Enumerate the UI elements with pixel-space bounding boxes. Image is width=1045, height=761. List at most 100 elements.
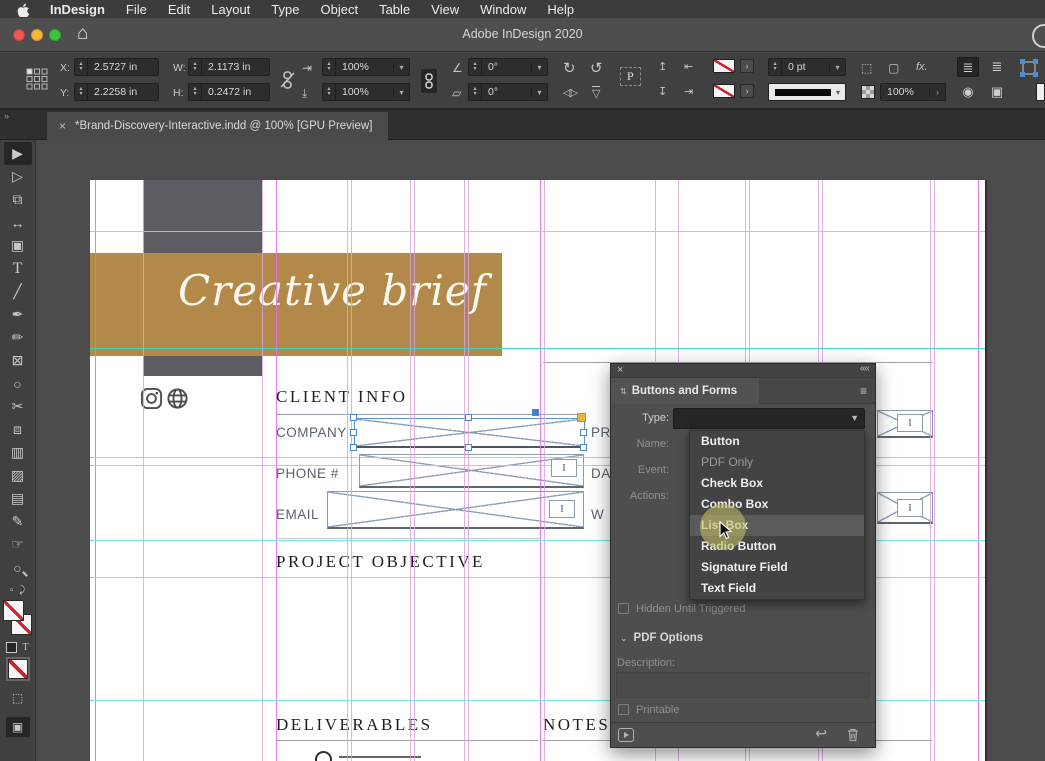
column-guide[interactable] bbox=[464, 180, 465, 761]
delete-icon[interactable] bbox=[847, 728, 859, 745]
gradient-swatch-tool[interactable]: ▥ bbox=[4, 441, 32, 464]
option-signature-field[interactable]: Signature Field bbox=[690, 557, 864, 578]
menu-file[interactable]: File bbox=[126, 2, 147, 17]
globe-icon[interactable] bbox=[166, 387, 189, 410]
flip-horizontal-icon[interactable]: ◁▷ bbox=[563, 86, 576, 99]
stroke-swatch-none[interactable] bbox=[713, 84, 735, 98]
x-stepper[interactable]: ▴▾ bbox=[75, 59, 88, 75]
rotation-stepper[interactable]: ▴▾ bbox=[469, 59, 482, 75]
scale-y-field[interactable]: ▴▾100%▾ bbox=[322, 83, 410, 101]
fill-color-swatch[interactable] bbox=[3, 600, 24, 621]
ruler-guide[interactable] bbox=[90, 348, 985, 349]
selection-tool[interactable]: ▶ bbox=[4, 142, 32, 165]
selection-handle[interactable] bbox=[350, 429, 357, 436]
selection-handle-solid[interactable] bbox=[532, 409, 539, 416]
stroke-weight-field[interactable]: ▴▾0 pt▾ bbox=[768, 58, 846, 76]
rotate-counterclockwise-icon[interactable]: ↺ bbox=[590, 59, 603, 77]
column-guide[interactable] bbox=[347, 180, 348, 761]
menu-edit[interactable]: Edit bbox=[168, 2, 190, 17]
formatting-affects-toggle[interactable]: T bbox=[6, 642, 28, 653]
printable-checkbox[interactable] bbox=[618, 704, 629, 715]
h-stepper[interactable]: ▴▾ bbox=[189, 84, 202, 100]
scale-x-stepper[interactable]: ▴▾ bbox=[323, 59, 336, 75]
description-textarea[interactable] bbox=[616, 672, 870, 698]
scissors-tool[interactable]: ✂ bbox=[4, 395, 32, 418]
content-grabber-handle[interactable] bbox=[577, 413, 586, 422]
constrain-dimensions-broken-link-icon[interactable] bbox=[280, 71, 295, 92]
margin-guide[interactable] bbox=[540, 180, 541, 761]
height-field[interactable]: ▴▾0.2472 in bbox=[188, 83, 270, 101]
menu-view[interactable]: View bbox=[431, 2, 459, 17]
flip-vertical-icon[interactable]: ▽ bbox=[592, 86, 600, 100]
option-button[interactable]: Button bbox=[690, 431, 864, 452]
panel-cycle-icon[interactable]: ⇅ bbox=[620, 387, 627, 396]
menu-type[interactable]: Type bbox=[271, 2, 299, 17]
hidden-until-triggered-checkbox[interactable] bbox=[618, 603, 629, 614]
selection-handle[interactable] bbox=[465, 414, 472, 421]
page-tool[interactable]: ⧉ bbox=[4, 188, 32, 211]
y-stepper[interactable]: ▴▾ bbox=[75, 84, 88, 100]
panel-menu-icon[interactable]: ≡ bbox=[860, 384, 867, 398]
option-text-field[interactable]: Text Field bbox=[690, 578, 864, 599]
column-guide[interactable] bbox=[262, 180, 263, 761]
column-guide[interactable] bbox=[930, 180, 931, 761]
direct-selection-tool[interactable]: ▷ bbox=[4, 165, 32, 188]
stroke-type-select[interactable]: ▾ bbox=[768, 83, 846, 101]
opacity-field[interactable]: 100%› bbox=[880, 83, 946, 101]
ellipse-tool[interactable]: ○ bbox=[4, 372, 32, 395]
pen-tool[interactable]: ✒ bbox=[4, 303, 32, 326]
ruler-guide[interactable] bbox=[90, 231, 985, 232]
document-tab[interactable]: × *Brand-Discovery-Interactive.indd @ 10… bbox=[47, 112, 388, 140]
rectangle-frame-tool[interactable]: ⊠ bbox=[4, 349, 32, 372]
rotation-angle-field[interactable]: ▴▾0°▾ bbox=[468, 58, 548, 76]
formatting-affects-text-icon[interactable]: T bbox=[22, 642, 28, 653]
column-guide[interactable] bbox=[468, 180, 469, 761]
stroke-weight-stepper[interactable]: ▴▾ bbox=[769, 59, 782, 75]
corner-shape-icon[interactable]: ▢ bbox=[888, 61, 899, 75]
apply-none-button[interactable] bbox=[8, 659, 28, 679]
selection-handle[interactable] bbox=[465, 444, 472, 451]
content-collector-tool[interactable]: ▣ bbox=[4, 234, 32, 257]
email-form-field-frame[interactable] bbox=[327, 491, 584, 529]
selection-handle[interactable] bbox=[580, 429, 587, 436]
column-guide[interactable] bbox=[410, 180, 411, 761]
corner-options-icon[interactable]: ⬚ bbox=[861, 61, 872, 75]
scale-x-field[interactable]: ▴▾100%▾ bbox=[322, 58, 410, 76]
gap-tool[interactable]: ↔ bbox=[4, 211, 32, 234]
constrain-scale-link-icon[interactable] bbox=[421, 69, 437, 93]
w-stepper[interactable]: ▴▾ bbox=[189, 59, 202, 75]
column-guide[interactable] bbox=[544, 180, 545, 761]
fill-stroke-swatches[interactable] bbox=[3, 600, 33, 638]
select-previous-object-icon[interactable]: ↧ bbox=[658, 85, 667, 98]
note-tool[interactable]: ▤ bbox=[4, 487, 32, 510]
select-next-object-icon[interactable]: ⇥ bbox=[684, 85, 693, 98]
column-guide[interactable] bbox=[351, 180, 352, 761]
x-position-field[interactable]: ▴▾2.5727 in bbox=[74, 58, 159, 76]
pdf-options-section[interactable]: ⌄PDF Options bbox=[620, 632, 703, 644]
free-transform-tool[interactable]: ⧈ bbox=[4, 418, 32, 441]
menu-layout[interactable]: Layout bbox=[211, 2, 250, 17]
jump-object-button[interactable]: ▣ bbox=[986, 82, 1008, 102]
select-container-icon[interactable]: ↥ bbox=[658, 60, 667, 73]
margin-guide[interactable] bbox=[95, 180, 96, 761]
frame-fitting-icon[interactable] bbox=[1020, 59, 1038, 80]
panel-close-icon[interactable]: × bbox=[617, 364, 623, 376]
gradient-feather-tool[interactable]: ▨ bbox=[4, 464, 32, 487]
formatting-affects-container-icon[interactable] bbox=[6, 642, 17, 653]
pencil-tool[interactable]: ✏ bbox=[4, 326, 32, 349]
selection-handle[interactable] bbox=[580, 444, 587, 451]
column-guide[interactable] bbox=[414, 180, 415, 761]
fill-swatch-none[interactable] bbox=[713, 59, 735, 73]
buttons-and-forms-tab[interactable]: ⇅ Buttons and Forms bbox=[611, 378, 759, 404]
swap-fill-stroke-icon[interactable]: ▫⤸ bbox=[10, 585, 26, 596]
option-check-box[interactable]: Check Box bbox=[690, 473, 864, 494]
type-dropdown[interactable]: ▼ bbox=[673, 408, 865, 429]
wrap-around-object-shape-button[interactable]: ◉ bbox=[957, 82, 979, 102]
margin-guide[interactable] bbox=[978, 180, 979, 761]
scale-y-stepper[interactable]: ▴▾ bbox=[323, 84, 336, 100]
deliverables-radio-circle[interactable] bbox=[315, 751, 332, 761]
select-content-icon[interactable]: ⇤ bbox=[684, 60, 693, 73]
apple-menu-icon[interactable] bbox=[16, 2, 29, 17]
rotate-clockwise-icon[interactable]: ↻ bbox=[563, 59, 576, 77]
selection-handle[interactable] bbox=[350, 444, 357, 451]
